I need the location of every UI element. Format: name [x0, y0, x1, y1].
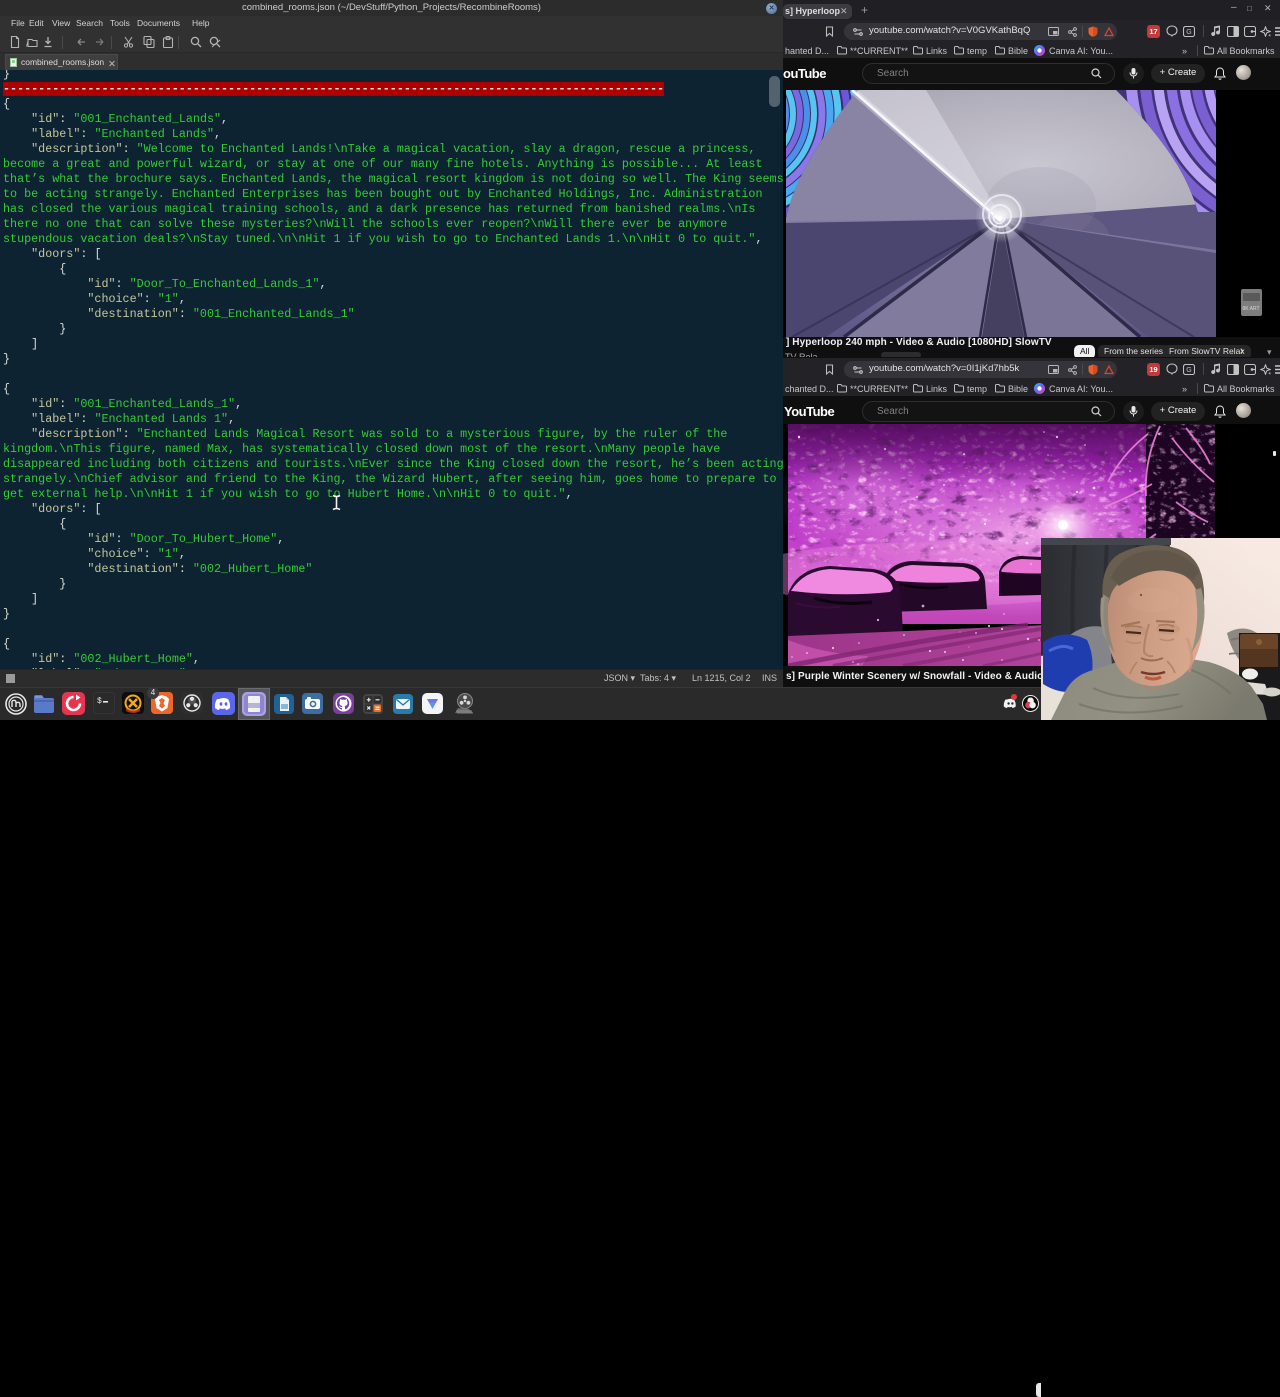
svg-text:8K ART: 8K ART — [1242, 306, 1259, 312]
svg-text:G: G — [1186, 29, 1191, 36]
svg-text:$: $ — [97, 697, 102, 706]
svg-text:G: G — [1186, 367, 1191, 374]
